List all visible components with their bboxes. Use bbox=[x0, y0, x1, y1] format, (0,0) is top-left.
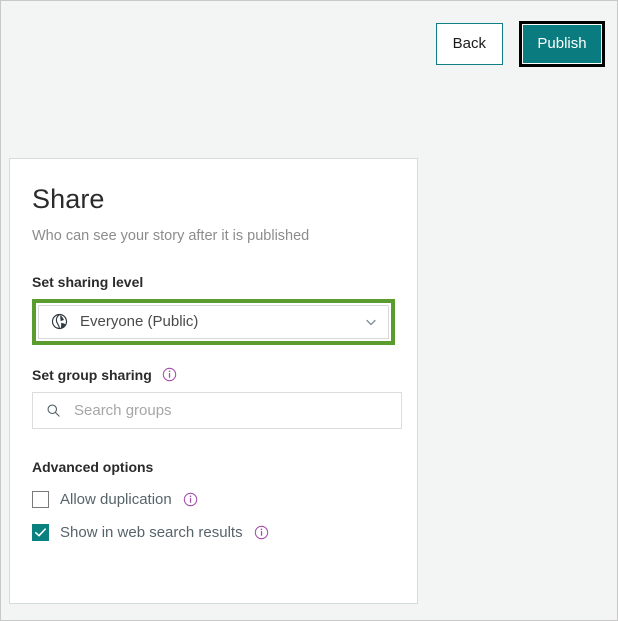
sharing-level-value: Everyone (Public) bbox=[80, 313, 199, 331]
sharing-level-label-row: Set sharing level bbox=[32, 274, 395, 290]
sharing-level-select[interactable]: Everyone (Public) bbox=[38, 304, 389, 339]
action-bar: Back Publish bbox=[435, 21, 605, 67]
show-in-web-search-info-icon[interactable] bbox=[254, 525, 269, 540]
advanced-options-label: Advanced options bbox=[32, 458, 154, 475]
search-icon bbox=[46, 403, 61, 418]
page-subtitle: Who can see your story after it is publi… bbox=[32, 227, 310, 244]
share-panel-body: Share Who can see your story after it is… bbox=[10, 159, 417, 541]
group-sharing-info-icon[interactable] bbox=[162, 367, 177, 382]
publish-button[interactable]: Publish bbox=[523, 25, 601, 63]
search-input[interactable] bbox=[74, 401, 391, 419]
allow-duplication-info-icon[interactable] bbox=[183, 492, 198, 507]
show-in-web-search-checkbox[interactable] bbox=[32, 523, 49, 541]
chevron-down-icon[interactable] bbox=[364, 315, 378, 329]
publish-button-focus-ring: Publish bbox=[519, 21, 605, 67]
app-window: Back Publish Share Who can see your stor… bbox=[0, 0, 618, 621]
option-row-show-in-web-search: Show in web search results bbox=[32, 523, 395, 541]
group-sharing-label-row: Set group sharing bbox=[32, 367, 395, 383]
show-in-web-search-label: Show in web search results bbox=[60, 523, 243, 541]
sharing-level-label: Set sharing level bbox=[32, 273, 144, 290]
back-button[interactable]: Back bbox=[435, 23, 503, 65]
advanced-options-label-row: Advanced options bbox=[32, 459, 395, 475]
allow-duplication-label: Allow duplication bbox=[60, 490, 172, 508]
option-row-allow-duplication: Allow duplication bbox=[32, 490, 395, 508]
sharing-level-highlight-box: Everyone (Public) bbox=[32, 298, 395, 345]
share-panel: Share Who can see your story after it is… bbox=[9, 158, 418, 604]
allow-duplication-checkbox[interactable] bbox=[32, 490, 49, 508]
globe-icon bbox=[51, 313, 68, 330]
group-sharing-label: Set group sharing bbox=[32, 366, 152, 383]
page-title: Share bbox=[32, 184, 105, 214]
group-search-box[interactable] bbox=[32, 391, 402, 429]
